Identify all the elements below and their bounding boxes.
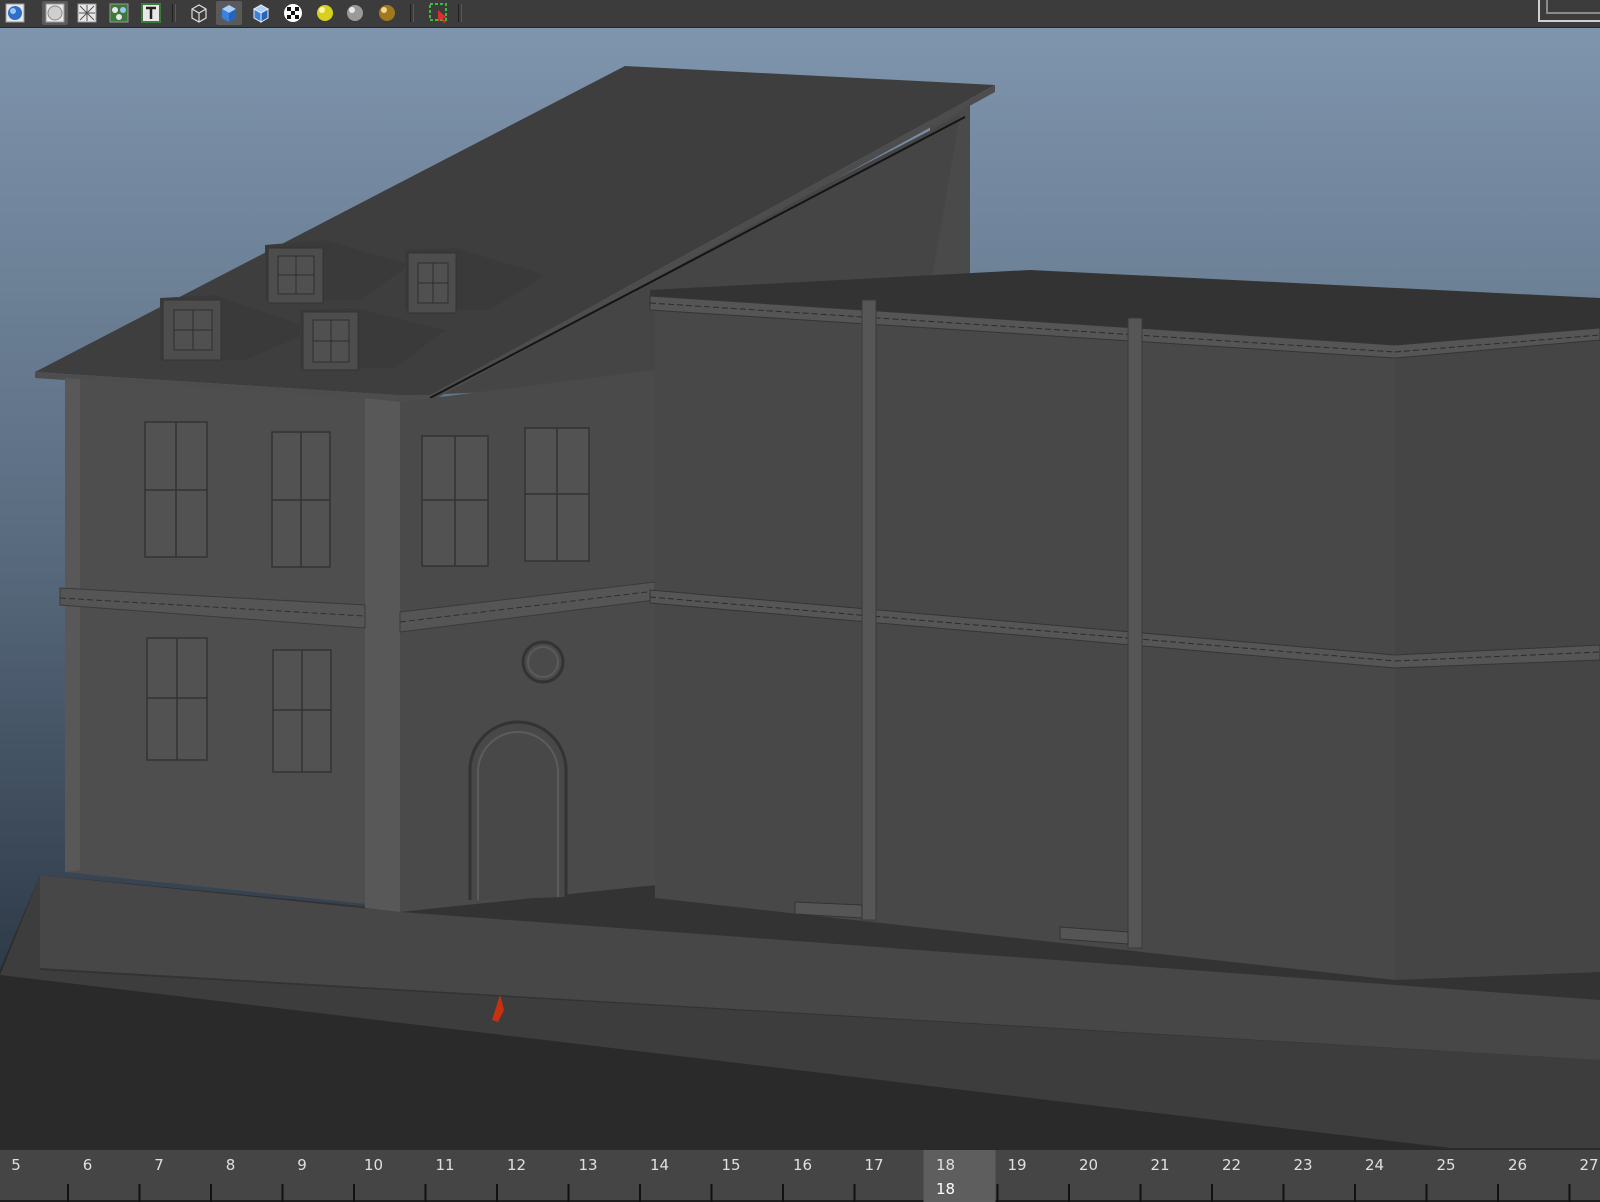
frame-tick-label: 24 xyxy=(1365,1156,1384,1174)
default-light-icon xyxy=(317,5,333,21)
shaded-wireframe-cube-button[interactable] xyxy=(248,1,274,25)
frame-tick-label: 11 xyxy=(435,1156,454,1174)
frame-tick-label: 8 xyxy=(226,1156,236,1174)
isolate-select-icon xyxy=(429,3,447,23)
flat-shade-icon xyxy=(45,3,65,23)
smooth-shade-icon xyxy=(5,3,25,23)
shadows-button[interactable] xyxy=(342,1,368,25)
wireframe-button[interactable] xyxy=(74,1,100,25)
wireframe-cube-button[interactable] xyxy=(186,1,212,25)
new-wing-building xyxy=(649,270,1600,980)
textured-icon xyxy=(141,3,161,23)
wireframe-cube-icon xyxy=(191,4,207,23)
isolate-select-button[interactable] xyxy=(426,1,452,25)
shaded-cube-icon xyxy=(222,5,236,22)
frame-tick-label: 15 xyxy=(721,1156,740,1174)
frame-tick-label: 23 xyxy=(1293,1156,1312,1174)
default-light-button[interactable] xyxy=(312,1,338,25)
textured-button[interactable] xyxy=(138,1,164,25)
current-frame-label: 18 xyxy=(936,1180,955,1198)
use-all-lights-button[interactable] xyxy=(106,1,132,25)
perspective-viewport[interactable]: persp xyxy=(0,28,1600,1148)
viewport-toolbar xyxy=(0,0,1600,28)
frame-tick-label: 14 xyxy=(650,1156,669,1174)
main-building-front-facade xyxy=(399,370,656,912)
shaded-cube-button[interactable] xyxy=(216,1,242,25)
checker-texture-button[interactable] xyxy=(280,1,306,25)
high-quality-render-icon xyxy=(379,5,395,21)
frame-tick-label: 5 xyxy=(11,1156,21,1174)
time-slider-ruler: 5 6 7 8 9 10 11 12 13 14 15 16 17 18 18 19 20 21 22 23 24 25 2… xyxy=(11,1150,1599,1202)
toolbar-separator xyxy=(170,4,176,22)
frame-tick-label: 10 xyxy=(364,1156,383,1174)
toolbar-end-handle xyxy=(456,4,462,22)
shaded-wireframe-cube-icon xyxy=(252,4,270,23)
flat-shade-button[interactable] xyxy=(42,1,68,25)
frame-tick-label: 26 xyxy=(1508,1156,1527,1174)
frame-tick-label: 12 xyxy=(507,1156,526,1174)
frame-tick-label: 17 xyxy=(864,1156,883,1174)
time-slider[interactable]: 5 6 7 8 9 10 11 12 13 14 15 16 17 18 18 19 20 21 22 23 24 25 2… xyxy=(0,1148,1600,1202)
high-quality-render-button[interactable] xyxy=(374,1,400,25)
main-building-left-facade xyxy=(59,378,400,912)
frame-tick-label: 25 xyxy=(1436,1156,1455,1174)
frame-tick-label: 20 xyxy=(1079,1156,1098,1174)
panel-layout-widget[interactable] xyxy=(1538,0,1600,22)
frame-tick-label: 16 xyxy=(793,1156,812,1174)
frame-tick-label: 7 xyxy=(154,1156,164,1174)
checker-texture-icon xyxy=(284,4,302,22)
scene-view xyxy=(0,28,1600,1148)
current-frame-highlight xyxy=(923,1150,996,1202)
frame-tick-label: 19 xyxy=(1007,1156,1026,1174)
frame-tick-label: 6 xyxy=(83,1156,93,1174)
use-all-lights-icon xyxy=(109,3,129,23)
frame-tick-label: 9 xyxy=(297,1156,307,1174)
frame-tick-label: 27 xyxy=(1579,1156,1598,1174)
frame-tick-label: 22 xyxy=(1222,1156,1241,1174)
toolbar-separator xyxy=(408,4,414,22)
smooth-shade-button[interactable] xyxy=(2,1,28,25)
frame-tick-label: 18 xyxy=(936,1156,955,1174)
frame-tick-label: 21 xyxy=(1150,1156,1169,1174)
frame-tick-label: 13 xyxy=(578,1156,597,1174)
shadows-icon xyxy=(347,5,363,21)
wireframe-icon xyxy=(77,3,97,23)
